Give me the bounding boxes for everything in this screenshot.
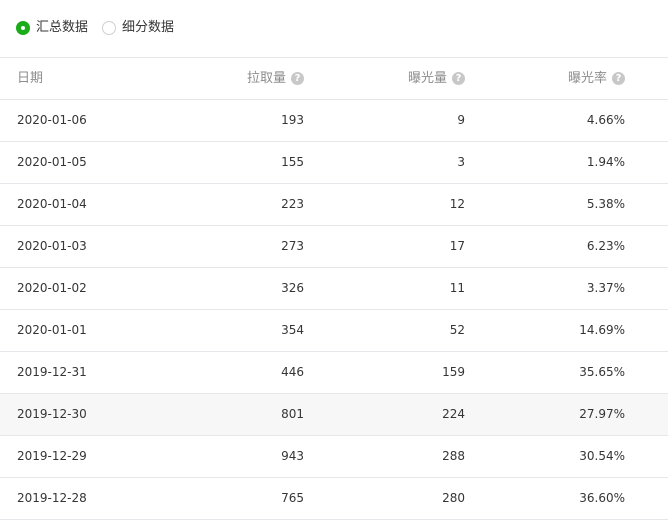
table-header-row: 日期 拉取量 ? 曝光量 ? 曝光率 ? <box>0 58 668 100</box>
table-row: 2019-12-31 446 159 35.65% <box>0 352 668 394</box>
column-header-pulls: 拉取量 ? <box>247 58 304 99</box>
column-header-pulls-label: 拉取量 <box>246 71 286 86</box>
cell-exposure-rate: 4.66% <box>586 113 625 127</box>
cell-pulls: 326 <box>281 281 304 295</box>
cell-exposure-rate: 1.94% <box>586 155 625 169</box>
table-row: 2020-01-01 354 52 14.69% <box>0 310 668 352</box>
help-icon[interactable]: ? <box>612 72 625 85</box>
cell-date: 2020-01-03 <box>17 239 87 253</box>
cell-date: 2019-12-30 <box>17 407 87 421</box>
cell-pulls: 223 <box>281 197 304 211</box>
cell-pulls: 801 <box>281 407 304 421</box>
column-header-date: 日期 <box>17 71 44 86</box>
table-row: 2019-12-29 943 288 30.54% <box>0 436 668 478</box>
cell-exposures: 17 <box>449 239 465 253</box>
stats-table: 日期 拉取量 ? 曝光量 ? 曝光率 ? 2020-01-06 193 9 4.… <box>0 57 668 520</box>
cell-exposure-rate: 36.60% <box>579 491 625 505</box>
cell-exposure-rate: 3.37% <box>586 281 625 295</box>
cell-pulls: 193 <box>281 113 304 127</box>
cell-exposures: 52 <box>449 323 465 337</box>
data-view-radio-group: 汇总数据 细分数据 <box>16 18 188 38</box>
cell-exposures: 224 <box>442 407 465 421</box>
radio-detailed-label: 细分数据 <box>122 20 175 35</box>
table-row: 2020-01-03 273 17 6.23% <box>0 226 668 268</box>
cell-pulls: 273 <box>281 239 304 253</box>
column-header-exposure-rate-label: 曝光率 <box>567 71 607 86</box>
cell-exposure-rate: 5.38% <box>586 197 625 211</box>
cell-exposures: 280 <box>442 491 465 505</box>
radio-detailed-data[interactable]: 细分数据 <box>102 18 174 38</box>
cell-exposures: 9 <box>457 113 465 127</box>
radio-summary-label: 汇总数据 <box>36 20 89 35</box>
help-icon[interactable]: ? <box>291 72 304 85</box>
cell-exposure-rate: 14.69% <box>579 323 625 337</box>
cell-exposure-rate: 27.97% <box>579 407 625 421</box>
radio-unchecked-icon <box>102 21 117 35</box>
cell-date: 2020-01-02 <box>17 281 87 295</box>
cell-exposures: 3 <box>457 155 465 169</box>
cell-pulls: 354 <box>281 323 304 337</box>
cell-exposures: 11 <box>449 281 465 295</box>
cell-pulls: 943 <box>281 449 304 463</box>
help-icon[interactable]: ? <box>452 72 465 85</box>
cell-pulls: 765 <box>281 491 304 505</box>
cell-date: 2020-01-05 <box>17 155 87 169</box>
cell-date: 2020-01-01 <box>17 323 87 337</box>
table-row: 2020-01-05 155 3 1.94% <box>0 142 668 184</box>
cell-date: 2020-01-04 <box>17 197 87 211</box>
cell-date: 2019-12-31 <box>17 365 87 379</box>
cell-date: 2020-01-06 <box>17 113 87 127</box>
table-row: 2020-01-04 223 12 5.38% <box>0 184 668 226</box>
cell-exposures: 288 <box>442 449 465 463</box>
table-row-hovered: 2019-12-30 801 224 27.97% <box>0 394 668 436</box>
table-row: 2019-12-28 765 280 36.60% <box>0 478 668 520</box>
cell-exposure-rate: 30.54% <box>579 449 625 463</box>
radio-checked-icon <box>16 21 30 35</box>
table-row: 2020-01-02 326 11 3.37% <box>0 268 668 310</box>
table-row: 2020-01-06 193 9 4.66% <box>0 100 668 142</box>
cell-exposure-rate: 6.23% <box>586 239 625 253</box>
cell-exposures: 159 <box>442 365 465 379</box>
radio-summary-data[interactable]: 汇总数据 <box>16 18 88 38</box>
cell-date: 2019-12-29 <box>17 449 87 463</box>
column-header-exposure-rate: 曝光率 ? <box>568 58 625 99</box>
cell-exposures: 12 <box>449 197 465 211</box>
cell-exposure-rate: 35.65% <box>579 365 625 379</box>
cell-date: 2019-12-28 <box>17 491 87 505</box>
column-header-exposures-label: 曝光量 <box>407 71 447 86</box>
cell-pulls: 446 <box>281 365 304 379</box>
column-header-exposures: 曝光量 ? <box>408 58 465 99</box>
cell-pulls: 155 <box>281 155 304 169</box>
